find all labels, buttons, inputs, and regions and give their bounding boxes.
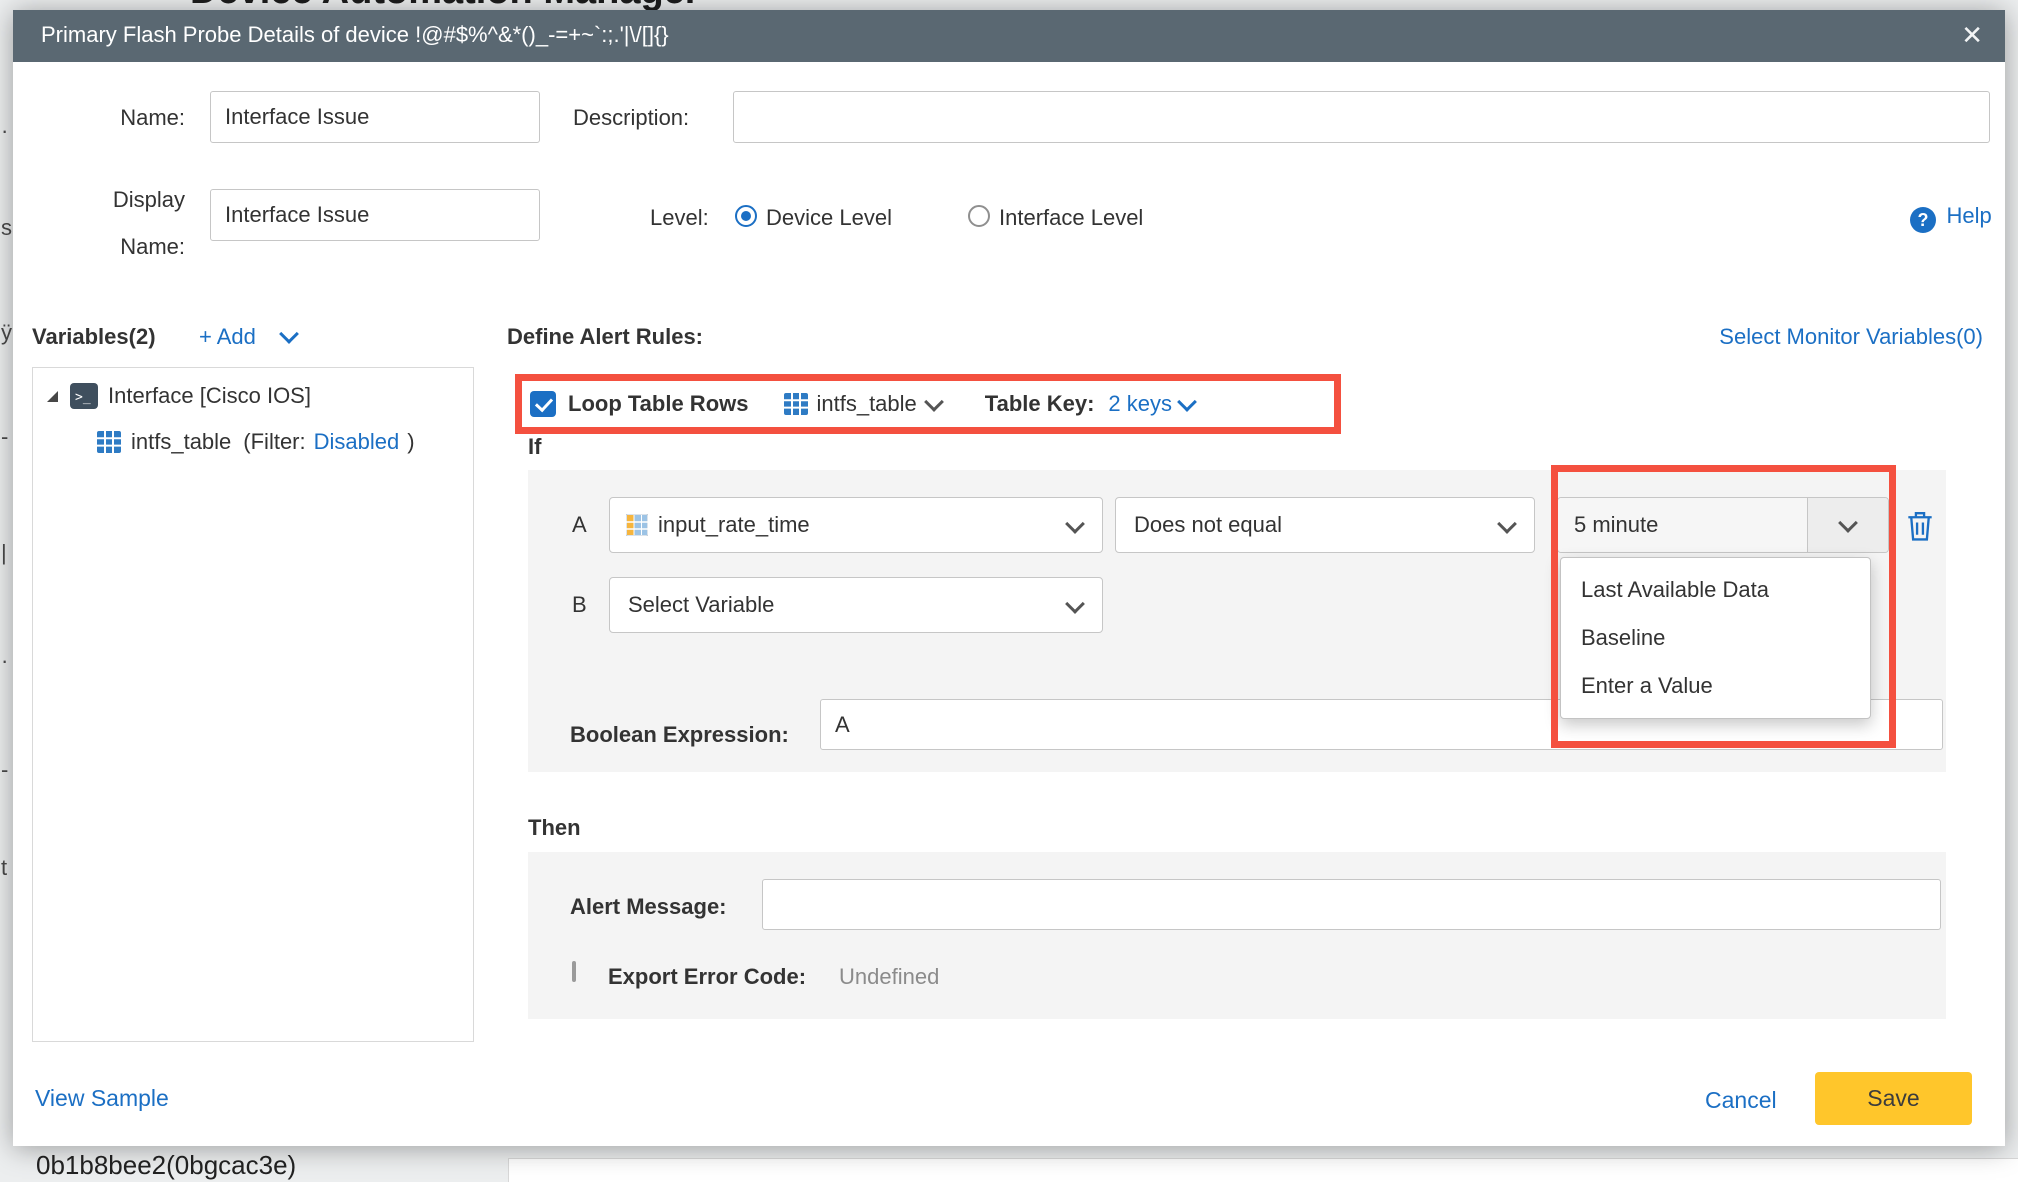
help-link[interactable]: ? Help	[1910, 202, 1992, 233]
define-alert-rules-header: Define Alert Rules:	[507, 323, 703, 351]
tree-item-label: intfs_table	[131, 428, 231, 456]
background-left-fragment: ·	[1, 648, 8, 674]
save-button[interactable]: Save	[1815, 1072, 1972, 1125]
chevron-down-icon	[1497, 514, 1517, 534]
background-left-fragment: t	[1, 855, 7, 881]
background-bottom-fragment: 0b1b8bee2(0bgcac3e)	[36, 1150, 296, 1181]
value-dropdown: 5 minute	[1557, 497, 1889, 553]
background-left-fragment: ÿ	[1, 320, 12, 346]
display-name-label: Display Name:	[53, 176, 185, 270]
tree-item-intfs-table[interactable]: intfs_table (Filter: Disabled )	[33, 424, 473, 460]
tree-item-interface[interactable]: >_ Interface [Cisco IOS]	[33, 378, 473, 414]
background-left-fragment: s	[1, 215, 12, 241]
alert-message-label: Alert Message:	[570, 893, 727, 921]
svg-text:>_: >_	[75, 390, 91, 405]
help-link-label: Help	[1946, 203, 1991, 228]
then-header: Then	[528, 814, 581, 842]
boolean-expression-label: Boolean Expression:	[570, 721, 789, 749]
row-a-label: A	[572, 511, 587, 539]
table-key-dropdown[interactable]: 2 keys	[1108, 390, 1172, 418]
chevron-down-icon	[1065, 594, 1085, 614]
variable-a-dropdown[interactable]: input_rate_time	[609, 497, 1103, 553]
variable-b-dropdown[interactable]: Select Variable	[609, 577, 1103, 633]
name-input[interactable]	[210, 91, 540, 143]
background-bottom-panel	[508, 1158, 2018, 1182]
filter-suffix: )	[407, 428, 414, 456]
loop-table-rows-checkbox[interactable]	[530, 391, 556, 417]
menu-item-last-available-data[interactable]: Last Available Data	[1561, 566, 1870, 614]
add-variable-label: + Add	[199, 324, 256, 349]
then-panel: Alert Message: Export Error Code: Undefi…	[528, 852, 1946, 1019]
variable-a-value: input_rate_time	[658, 512, 810, 538]
level-label: Level:	[650, 204, 709, 232]
menu-item-baseline[interactable]: Baseline	[1561, 614, 1870, 662]
table-icon	[784, 393, 808, 415]
name-label: Name:	[53, 104, 185, 132]
select-monitor-variables-link[interactable]: Select Monitor Variables(0)	[1719, 323, 1983, 351]
device-level-radio-label[interactable]: Device Level	[766, 204, 892, 232]
filter-disabled-link[interactable]: Disabled	[314, 428, 400, 456]
table-icon	[97, 431, 121, 453]
interface-level-radio[interactable]	[968, 205, 990, 227]
background-left-fragment: |	[1, 540, 7, 566]
expand-triangle-icon[interactable]	[47, 391, 58, 402]
chevron-down-icon	[1838, 513, 1858, 533]
description-input[interactable]	[733, 91, 1990, 143]
variable-b-value: Select Variable	[628, 592, 774, 618]
value-dropdown-toggle[interactable]	[1807, 498, 1888, 552]
chevron-down-icon[interactable]	[1177, 392, 1197, 412]
loop-table-rows-label: Loop Table Rows	[568, 390, 748, 418]
display-name-label-line2: Name:	[53, 223, 185, 270]
close-icon[interactable]: ✕	[1961, 20, 1983, 51]
alert-message-input[interactable]	[762, 879, 1941, 930]
display-name-label-line1: Display	[53, 176, 185, 223]
screen: Device Automation Manager · s ÿ - | · - …	[0, 0, 2018, 1182]
operator-value: Does not equal	[1134, 512, 1282, 538]
trash-icon	[1906, 510, 1934, 542]
device-level-radio[interactable]	[735, 205, 757, 227]
variables-header: Variables(2)	[32, 323, 156, 351]
loop-table-name-dropdown[interactable]: intfs_table	[816, 390, 916, 418]
export-error-code-checkbox[interactable]	[572, 961, 576, 982]
help-icon: ?	[1910, 207, 1936, 233]
loop-table-rows-row: Loop Table Rows intfs_table Table Key: 2…	[515, 374, 1341, 434]
export-error-code-value: Undefined	[839, 963, 939, 991]
add-variable-button[interactable]: + Add	[199, 323, 296, 351]
chevron-down-icon	[1065, 514, 1085, 534]
table-column-icon	[626, 514, 648, 536]
menu-item-enter-a-value[interactable]: Enter a Value	[1561, 662, 1870, 710]
display-name-input[interactable]	[210, 189, 540, 241]
view-sample-link[interactable]: View Sample	[35, 1084, 169, 1112]
table-key-label: Table Key:	[985, 390, 1095, 418]
background-left-fragment: -	[1, 757, 8, 783]
export-error-code-label: Export Error Code:	[608, 963, 806, 991]
filter-prefix: (Filter:	[243, 428, 305, 456]
terminal-icon: >_	[70, 383, 98, 409]
description-label: Description:	[573, 104, 689, 132]
delete-rule-button[interactable]	[1906, 510, 1934, 542]
background-left-fragment: ·	[1, 118, 8, 144]
modal-title: Primary Flash Probe Details of device !@…	[41, 22, 669, 48]
chevron-down-icon	[279, 324, 299, 344]
background-left-fragment: -	[1, 424, 8, 450]
modal-header: Primary Flash Probe Details of device !@…	[13, 10, 2005, 62]
row-b-label: B	[572, 591, 587, 619]
variables-panel: >_ Interface [Cisco IOS] intfs_table (Fi…	[32, 367, 474, 1042]
probe-details-modal: Primary Flash Probe Details of device !@…	[13, 10, 2005, 1146]
value-dropdown-menu: Last Available Data Baseline Enter a Val…	[1560, 557, 1871, 719]
value-dropdown-text[interactable]: 5 minute	[1558, 498, 1807, 552]
cancel-button[interactable]: Cancel	[1705, 1086, 1777, 1114]
chevron-down-icon[interactable]	[924, 392, 944, 412]
operator-dropdown[interactable]: Does not equal	[1115, 497, 1535, 553]
if-header: If	[528, 433, 541, 461]
interface-level-radio-label[interactable]: Interface Level	[999, 204, 1143, 232]
tree-item-label: Interface [Cisco IOS]	[108, 382, 311, 410]
